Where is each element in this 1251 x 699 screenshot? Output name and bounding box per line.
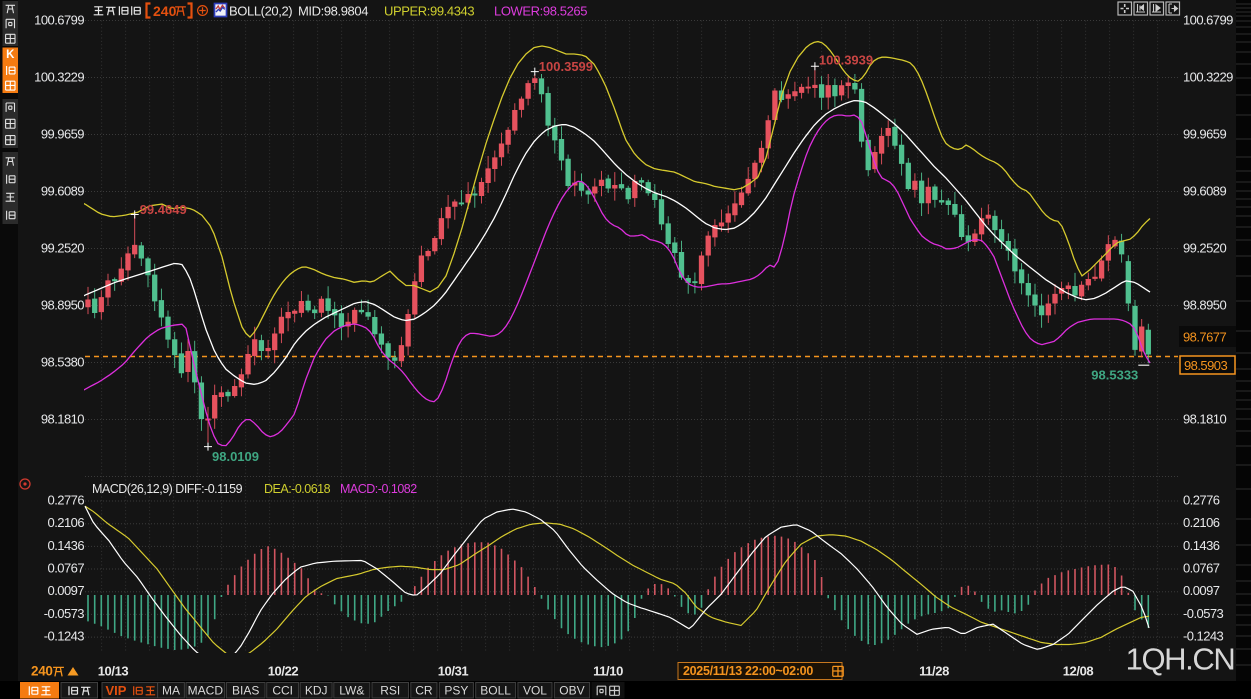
svg-text:100.6799: 100.6799 bbox=[34, 13, 84, 28]
svg-text:12/08: 12/08 bbox=[1063, 664, 1094, 679]
svg-text:99.9659: 99.9659 bbox=[1183, 127, 1226, 142]
svg-text:-0.0573: -0.0573 bbox=[44, 606, 85, 621]
svg-text:0.0097: 0.0097 bbox=[1183, 583, 1220, 598]
svg-text:0.2106: 0.2106 bbox=[1183, 515, 1220, 530]
svg-text:VOL: VOL bbox=[523, 684, 547, 698]
svg-text:-0.0573: -0.0573 bbox=[1183, 606, 1224, 621]
svg-text:CCI: CCI bbox=[272, 684, 293, 698]
svg-text:99.2520: 99.2520 bbox=[41, 241, 84, 256]
svg-text:0.1436: 0.1436 bbox=[1183, 538, 1220, 553]
svg-text:CR: CR bbox=[415, 684, 433, 698]
svg-text:0.2106: 0.2106 bbox=[48, 515, 85, 530]
svg-text:LOWER:98.5265: LOWER:98.5265 bbox=[494, 4, 587, 19]
svg-text:2025/11/13 22:00~02:00: 2025/11/13 22:00~02:00 bbox=[683, 664, 813, 678]
svg-text:99.2520: 99.2520 bbox=[1183, 241, 1226, 256]
svg-text:240: 240 bbox=[31, 664, 53, 679]
svg-text:98.5903: 98.5903 bbox=[1184, 358, 1227, 373]
svg-text:0.1436: 0.1436 bbox=[48, 538, 85, 553]
svg-text:MACD(26,12,9) DIFF:-0.1159: MACD(26,12,9) DIFF:-0.1159 bbox=[92, 482, 243, 496]
svg-text:-0.1243: -0.1243 bbox=[44, 629, 85, 644]
svg-text:OBV: OBV bbox=[559, 684, 584, 698]
svg-text:100.3229: 100.3229 bbox=[34, 70, 84, 85]
svg-text:MID:98.9804: MID:98.9804 bbox=[298, 4, 368, 19]
svg-text:11/10: 11/10 bbox=[593, 664, 623, 679]
svg-text:MACD: MACD bbox=[188, 684, 224, 698]
svg-text:99.9659: 99.9659 bbox=[41, 127, 84, 142]
svg-text:10/22: 10/22 bbox=[268, 664, 299, 679]
svg-text:0.2776: 0.2776 bbox=[1183, 493, 1220, 508]
svg-text:KDJ: KDJ bbox=[305, 684, 328, 698]
svg-text:0.0767: 0.0767 bbox=[1183, 561, 1220, 576]
svg-text:10/31: 10/31 bbox=[438, 664, 469, 679]
svg-text:98.1810: 98.1810 bbox=[1183, 412, 1226, 427]
svg-text:LW&: LW& bbox=[339, 684, 364, 698]
svg-text:10/13: 10/13 bbox=[98, 664, 129, 679]
svg-text:99.6089: 99.6089 bbox=[1183, 184, 1226, 199]
svg-text:1QH.CN: 1QH.CN bbox=[1126, 642, 1235, 677]
svg-text:BOLL: BOLL bbox=[480, 684, 511, 698]
svg-text:11/28: 11/28 bbox=[919, 664, 949, 679]
svg-text:RSI: RSI bbox=[380, 684, 400, 698]
svg-text:98.5380: 98.5380 bbox=[41, 355, 84, 370]
svg-text:DEA:-0.0618: DEA:-0.0618 bbox=[264, 482, 331, 496]
svg-text:100.6799: 100.6799 bbox=[1183, 13, 1233, 28]
svg-text:99.6089: 99.6089 bbox=[41, 184, 84, 199]
svg-text:98.7677: 98.7677 bbox=[1183, 330, 1226, 345]
svg-text:98.1810: 98.1810 bbox=[41, 412, 84, 427]
svg-text:0.0767: 0.0767 bbox=[48, 561, 85, 576]
svg-text:0.2776: 0.2776 bbox=[48, 493, 85, 508]
svg-text:PSY: PSY bbox=[444, 684, 468, 698]
svg-text:MACD:-0.1082: MACD:-0.1082 bbox=[340, 482, 417, 496]
svg-text:100.3229: 100.3229 bbox=[1183, 70, 1233, 85]
svg-text:K: K bbox=[6, 49, 15, 61]
svg-text:BIAS: BIAS bbox=[232, 684, 259, 698]
svg-text:UPPER:99.4343: UPPER:99.4343 bbox=[384, 4, 474, 19]
svg-text:VIP: VIP bbox=[106, 683, 127, 698]
svg-text:240: 240 bbox=[153, 3, 177, 19]
svg-text:BOLL(20,2): BOLL(20,2) bbox=[229, 4, 292, 19]
svg-text:MA: MA bbox=[162, 684, 180, 698]
svg-text:98.8950: 98.8950 bbox=[1183, 298, 1226, 313]
svg-text:0.0097: 0.0097 bbox=[48, 583, 85, 598]
svg-text:98.8950: 98.8950 bbox=[41, 298, 84, 313]
